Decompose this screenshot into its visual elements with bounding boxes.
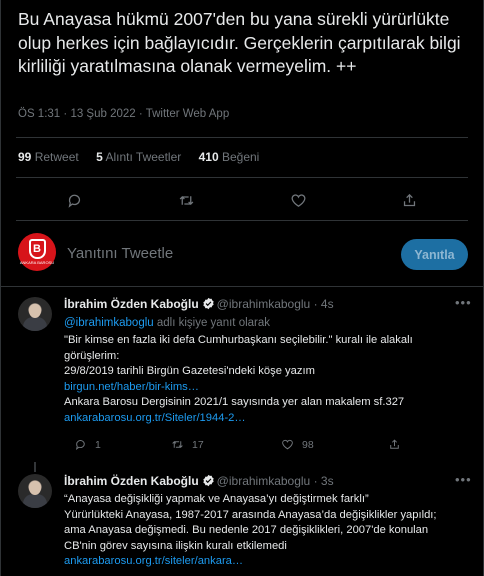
reply-icon[interactable] — [62, 188, 86, 212]
likes-stat[interactable]: 410 Beğeni — [199, 150, 260, 164]
author-name[interactable]: İbrahim Özden Kaboğlu — [64, 474, 199, 488]
tweet-line: görüşlerim: — [64, 349, 120, 362]
tweet-actions: 1 17 98 — [64, 438, 464, 456]
tweet-header: İbrahim Özden Kaboğlu @ibrahimkaboglu · 4… — [64, 297, 334, 311]
meta-separator: · — [138, 108, 146, 120]
tweet-stats: 99 Retweet 5 Alıntı Tweetler 410 Beğeni — [18, 150, 273, 164]
tweet-line: "Bir kimse en fazla iki defa Cumhurbaşka… — [64, 334, 413, 346]
like-count: 98 — [302, 438, 314, 451]
tweet-body: “Anayasa değişikliği yapmak ve Anayasa’y… — [64, 492, 469, 570]
reply-button[interactable]: Yanıtla — [401, 239, 468, 270]
retweet-icon — [172, 441, 183, 448]
verified-badge-icon — [203, 474, 214, 487]
tweet-line: ama Anayasa değişmedi. Bu nedenle 2017 d… — [64, 524, 429, 536]
thread-connector — [34, 462, 36, 472]
main-tweet-text: Bu Anayasa hükmü 2007'den bu yana sürekl… — [18, 9, 461, 76]
retweet-count: 17 — [192, 438, 204, 451]
divider — [16, 177, 468, 178]
tweet-header: İbrahim Özden Kaboğlu @ibrahimkaboglu · 3… — [64, 474, 334, 488]
retweets-stat[interactable]: 99 Retweet — [18, 150, 79, 164]
author-handle[interactable]: @ibrahimkaboglu — [217, 474, 311, 488]
share-icon — [390, 439, 399, 449]
verified-badge-icon — [203, 297, 214, 310]
avatar[interactable] — [18, 297, 52, 331]
tweet-line: Ankara Barosu Dergisinin 2021/1 sayısınd… — [64, 396, 405, 408]
reply-action[interactable]: 1 — [74, 438, 101, 451]
reply-tweet[interactable]: İbrahim Özden Kaboğlu @ibrahimkaboglu · 3… — [0, 462, 484, 576]
tweet-line: 29/8/2019 tarihli Birgün Gazetesi'ndeki … — [64, 365, 315, 377]
replying-to-handle[interactable]: @ibrahimkaboglu — [64, 317, 154, 329]
avatar[interactable] — [18, 474, 52, 508]
share-action[interactable] — [388, 438, 409, 451]
ankara-barosu-logo-icon: B — [28, 239, 46, 259]
divider — [16, 220, 468, 221]
retweet-action[interactable]: 17 — [171, 438, 204, 451]
reply-tweet[interactable]: İbrahim Özden Kaboğlu @ibrahimkaboglu · 4… — [0, 287, 484, 459]
tweet-line: Yürürlükteki Anayasa, 1987-2017 arasında… — [64, 508, 437, 521]
share-icon[interactable] — [397, 188, 421, 212]
tweet-time[interactable]: 4s — [321, 297, 334, 311]
retweet-icon[interactable] — [174, 188, 198, 212]
reply-count: 1 — [95, 438, 101, 451]
user-avatar[interactable]: B ANKARA BAROSU — [18, 233, 56, 271]
reply-icon — [75, 440, 85, 451]
tweet-source: Twitter Web App — [145, 108, 230, 120]
divider — [16, 137, 468, 138]
tweet-line: “Anayasa değişikliği yapmak ve Anayasa’y… — [64, 493, 369, 505]
author-handle[interactable]: @ibrahimkaboglu — [217, 297, 311, 311]
more-options-icon[interactable]: ••• — [455, 295, 472, 310]
tweet-link[interactable]: birgun.net/haber/bir-kims… — [64, 380, 469, 396]
tweet-date[interactable]: 13 Şub 2022 — [70, 108, 135, 120]
quotes-stat[interactable]: 5 Alıntı Tweetler — [96, 150, 181, 164]
author-name[interactable]: İbrahim Özden Kaboğlu — [64, 297, 199, 311]
like-action[interactable]: 98 — [281, 438, 314, 451]
tweet-body: "Bir kimse en fazla iki defa Cumhurbaşka… — [64, 333, 469, 426]
like-icon[interactable] — [286, 188, 310, 212]
tweet-meta: ÖS 1:31 · 13 Şub 2022 · Twitter Web App — [18, 108, 229, 120]
tweet-line: CB'nin görev sayısına ilişkin kuralı etk… — [64, 539, 287, 552]
tweet-link[interactable]: ankarabarosu.org.tr/siteler/ankara… — [64, 554, 469, 570]
tweet-time[interactable]: 3s — [321, 474, 334, 488]
replying-to: @ibrahimkaboglu adlı kişiye yanıt olarak — [64, 317, 271, 329]
like-icon — [282, 439, 293, 450]
dot-separator: · — [310, 474, 321, 488]
tweet-detail-pane: Bu Anayasa hükmü 2007'den bu yana sürekl… — [0, 0, 484, 576]
tweet-time[interactable]: ÖS 1:31 — [18, 108, 60, 120]
avatar-subtext: ANKARA BAROSU — [19, 260, 55, 265]
dot-separator: · — [310, 297, 321, 311]
reply-composer: B ANKARA BAROSU Yanıtını Tweetle Yanıtla — [0, 228, 484, 282]
reply-input[interactable]: Yanıtını Tweetle — [67, 245, 173, 262]
more-options-icon[interactable]: ••• — [455, 472, 472, 487]
main-tweet-actions — [0, 188, 484, 212]
tweet-link[interactable]: ankarabarosu.org.tr/Siteler/1944-2… — [64, 411, 469, 427]
